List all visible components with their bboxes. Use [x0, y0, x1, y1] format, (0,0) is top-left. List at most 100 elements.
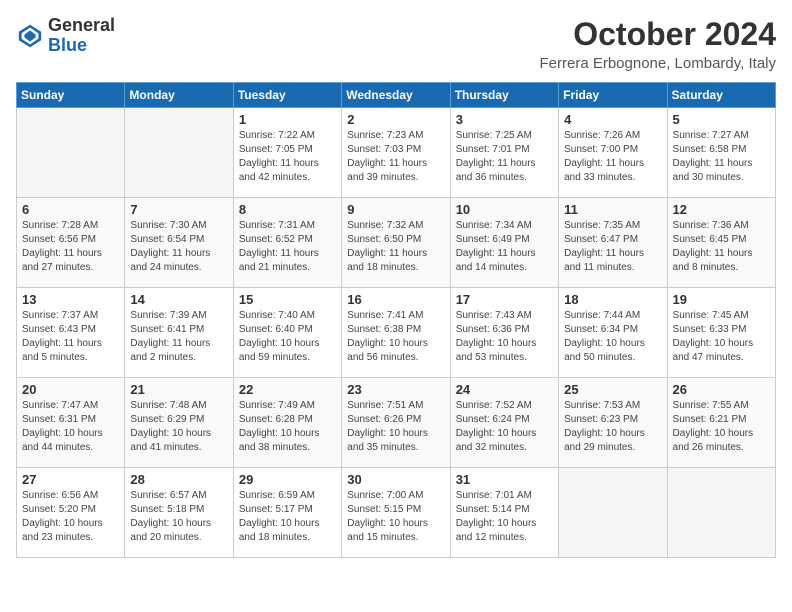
day-number: 21 [130, 382, 227, 397]
weekday-header: Saturday [667, 83, 775, 108]
day-number: 10 [456, 202, 553, 217]
day-detail: Sunrise: 7:40 AMSunset: 6:40 PMDaylight:… [239, 309, 336, 365]
day-number: 16 [347, 292, 444, 307]
day-number: 28 [130, 472, 227, 487]
calendar-cell: 27 Sunrise: 6:56 AMSunset: 5:20 PMDayligh… [17, 468, 125, 558]
weekday-header: Tuesday [233, 83, 341, 108]
calendar-cell: 21 Sunrise: 7:48 AMSunset: 6:29 PMDayligh… [125, 378, 233, 468]
calendar-week-row: 6 Sunrise: 7:28 AMSunset: 6:56 PMDaylight… [17, 198, 776, 288]
day-number: 22 [239, 382, 336, 397]
logo: General Blue [16, 16, 115, 56]
calendar-cell: 9Sunrise: 7:32 AMSunset: 6:50 PMDaylight… [342, 198, 450, 288]
day-detail: Sunrise: 7:51 AMSunset: 6:26 PMDaylight:… [347, 399, 444, 455]
calendar-cell: 18Sunrise: 7:44 AMSunset: 6:34 PMDayligh… [559, 288, 667, 378]
day-number: 4 [564, 112, 661, 127]
calendar-cell: 6 Sunrise: 7:28 AMSunset: 6:56 PMDaylight… [17, 198, 125, 288]
day-detail: Sunrise: 7:36 AMSunset: 6:45 PMDaylight:… [673, 219, 770, 275]
day-detail: Sunrise: 7:47 AMSunset: 6:31 PMDaylight:… [22, 399, 119, 455]
calendar: SundayMondayTuesdayWednesdayThursdayFrid… [16, 82, 776, 558]
day-detail: Sunrise: 7:37 AMSunset: 6:43 PMDaylight:… [22, 309, 119, 365]
day-number: 1 [239, 112, 336, 127]
day-number: 29 [239, 472, 336, 487]
day-detail: Sunrise: 7:30 AMSunset: 6:54 PMDaylight:… [130, 219, 227, 275]
logo-text: General Blue [48, 16, 115, 56]
calendar-cell: 29 Sunrise: 6:59 AMSunset: 5:17 PMDayligh… [233, 468, 341, 558]
day-detail: Sunrise: 6:59 AMSunset: 5:17 PMDaylight:… [239, 489, 336, 545]
calendar-week-row: 20 Sunrise: 7:47 AMSunset: 6:31 PMDayligh… [17, 378, 776, 468]
calendar-week-row: 13Sunrise: 7:37 AMSunset: 6:43 PMDayligh… [17, 288, 776, 378]
calendar-cell [17, 108, 125, 198]
calendar-cell: 10 Sunrise: 7:34 AMSunset: 6:49 PMDayligh… [450, 198, 558, 288]
location: Ferrera Erbognone, Lombardy, Italy [539, 55, 776, 72]
day-detail: Sunrise: 7:28 AMSunset: 6:56 PMDaylight:… [22, 219, 119, 275]
calendar-cell: 7 Sunrise: 7:30 AMSunset: 6:54 PMDaylight… [125, 198, 233, 288]
day-detail: Sunrise: 7:48 AMSunset: 6:29 PMDaylight:… [130, 399, 227, 455]
calendar-cell: 17 Sunrise: 7:43 AMSunset: 6:36 PMDayligh… [450, 288, 558, 378]
day-number: 11 [564, 202, 661, 217]
day-detail: Sunrise: 7:55 AMSunset: 6:21 PMDaylight:… [673, 399, 770, 455]
weekday-header-row: SundayMondayTuesdayWednesdayThursdayFrid… [17, 83, 776, 108]
calendar-cell: 11Sunrise: 7:35 AMSunset: 6:47 PMDayligh… [559, 198, 667, 288]
day-detail: Sunrise: 7:41 AMSunset: 6:38 PMDaylight:… [347, 309, 444, 365]
day-detail: Sunrise: 7:32 AMSunset: 6:50 PMDaylight:… [347, 219, 444, 275]
day-number: 15 [239, 292, 336, 307]
calendar-cell: 1Sunrise: 7:22 AMSunset: 7:05 PMDaylight… [233, 108, 341, 198]
logo-general: General [48, 15, 115, 35]
day-detail: Sunrise: 6:56 AMSunset: 5:20 PMDaylight:… [22, 489, 119, 545]
calendar-cell: 13Sunrise: 7:37 AMSunset: 6:43 PMDayligh… [17, 288, 125, 378]
page-header: General Blue October 2024 Ferrera Erbogn… [16, 16, 776, 72]
day-number: 27 [22, 472, 119, 487]
day-detail: Sunrise: 7:43 AMSunset: 6:36 PMDaylight:… [456, 309, 553, 365]
day-number: 19 [673, 292, 770, 307]
day-detail: Sunrise: 7:44 AMSunset: 6:34 PMDaylight:… [564, 309, 661, 365]
calendar-cell: 3 Sunrise: 7:25 AMSunset: 7:01 PMDaylight… [450, 108, 558, 198]
calendar-cell: 30 Sunrise: 7:00 AMSunset: 5:15 PMDayligh… [342, 468, 450, 558]
day-number: 31 [456, 472, 553, 487]
calendar-cell [559, 468, 667, 558]
calendar-cell [125, 108, 233, 198]
calendar-cell: 31Sunrise: 7:01 AMSunset: 5:14 PMDayligh… [450, 468, 558, 558]
calendar-cell: 23 Sunrise: 7:51 AMSunset: 6:26 PMDayligh… [342, 378, 450, 468]
day-detail: Sunrise: 7:27 AMSunset: 6:58 PMDaylight:… [673, 129, 770, 185]
day-number: 23 [347, 382, 444, 397]
calendar-cell: 19 Sunrise: 7:45 AMSunset: 6:33 PMDayligh… [667, 288, 775, 378]
day-detail: Sunrise: 7:52 AMSunset: 6:24 PMDaylight:… [456, 399, 553, 455]
calendar-cell: 2 Sunrise: 7:23 AMSunset: 7:03 PMDaylight… [342, 108, 450, 198]
logo-icon [16, 22, 44, 50]
day-number: 20 [22, 382, 119, 397]
calendar-cell: 22 Sunrise: 7:49 AMSunset: 6:28 PMDayligh… [233, 378, 341, 468]
day-number: 17 [456, 292, 553, 307]
weekday-header: Monday [125, 83, 233, 108]
weekday-header: Friday [559, 83, 667, 108]
day-number: 2 [347, 112, 444, 127]
logo-blue: Blue [48, 35, 87, 55]
calendar-cell: 26Sunrise: 7:55 AMSunset: 6:21 PMDayligh… [667, 378, 775, 468]
calendar-cell: 25 Sunrise: 7:53 AMSunset: 6:23 PMDayligh… [559, 378, 667, 468]
day-number: 24 [456, 382, 553, 397]
day-detail: Sunrise: 7:49 AMSunset: 6:28 PMDaylight:… [239, 399, 336, 455]
calendar-cell: 4Sunrise: 7:26 AMSunset: 7:00 PMDaylight… [559, 108, 667, 198]
day-detail: Sunrise: 7:45 AMSunset: 6:33 PMDaylight:… [673, 309, 770, 365]
calendar-cell: 15 Sunrise: 7:40 AMSunset: 6:40 PMDayligh… [233, 288, 341, 378]
day-number: 7 [130, 202, 227, 217]
day-detail: Sunrise: 7:00 AMSunset: 5:15 PMDaylight:… [347, 489, 444, 545]
day-number: 6 [22, 202, 119, 217]
calendar-cell: 14Sunrise: 7:39 AMSunset: 6:41 PMDayligh… [125, 288, 233, 378]
weekday-header: Sunday [17, 83, 125, 108]
day-number: 5 [673, 112, 770, 127]
weekday-header: Thursday [450, 83, 558, 108]
day-number: 8 [239, 202, 336, 217]
calendar-cell: 20 Sunrise: 7:47 AMSunset: 6:31 PMDayligh… [17, 378, 125, 468]
calendar-cell: 16 Sunrise: 7:41 AMSunset: 6:38 PMDayligh… [342, 288, 450, 378]
calendar-cell: 24 Sunrise: 7:52 AMSunset: 6:24 PMDayligh… [450, 378, 558, 468]
day-number: 30 [347, 472, 444, 487]
day-number: 25 [564, 382, 661, 397]
day-detail: Sunrise: 7:34 AMSunset: 6:49 PMDaylight:… [456, 219, 553, 275]
day-detail: Sunrise: 7:23 AMSunset: 7:03 PMDaylight:… [347, 129, 444, 185]
day-detail: Sunrise: 7:25 AMSunset: 7:01 PMDaylight:… [456, 129, 553, 185]
month-title: October 2024 [539, 16, 776, 53]
title-block: October 2024 Ferrera Erbognone, Lombardy… [539, 16, 776, 72]
day-number: 12 [673, 202, 770, 217]
day-number: 3 [456, 112, 553, 127]
day-detail: Sunrise: 7:53 AMSunset: 6:23 PMDaylight:… [564, 399, 661, 455]
